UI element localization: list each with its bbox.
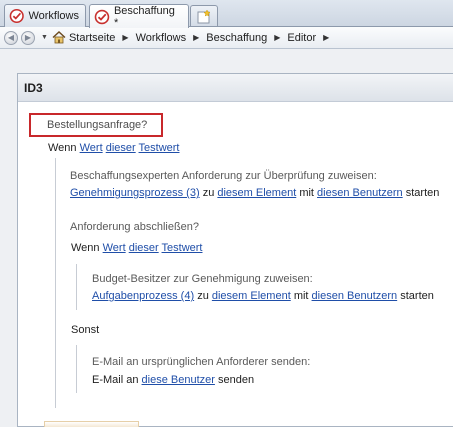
step-title[interactable]: Bestellungsanfrage? xyxy=(29,113,163,137)
new-tab-icon xyxy=(197,8,211,23)
insertion-hint xyxy=(44,421,139,427)
action-comment-3: E-Mail an ursprünglichen Anforderer send… xyxy=(92,356,311,368)
action-comment-2: Budget-Besitzer zur Genehmigung zuweisen… xyxy=(92,273,313,285)
action-1: Genehmigungsprozess (3) zu diesem Elemen… xyxy=(70,187,439,199)
home-icon[interactable] xyxy=(52,31,66,44)
action-text: zu xyxy=(197,290,209,302)
element-link[interactable]: diesem Element xyxy=(212,290,291,302)
panel-title: ID3 xyxy=(18,74,453,102)
new-tab-button[interactable] xyxy=(190,5,218,26)
tab-label: Beschaffung * xyxy=(113,4,175,29)
action-comment-1: Beschaffungsexperten Anforderung zur Übe… xyxy=(70,170,377,182)
breadcrumb-startseite[interactable]: Startseite xyxy=(69,32,115,44)
forward-arrow-icon: ▶ xyxy=(24,33,32,42)
comment-2: Anforderung abschließen? xyxy=(70,221,200,233)
tab-beschaffung[interactable]: Beschaffung * xyxy=(89,4,189,29)
action-text: E-Mail an xyxy=(92,374,139,386)
tab-workflows[interactable]: Workflows xyxy=(4,4,86,27)
operator-link[interactable]: dieser xyxy=(106,142,136,154)
tab-strip: Workflows Beschaffung * xyxy=(0,0,453,29)
action-text: starten xyxy=(405,187,440,199)
breadcrumb-separator-icon[interactable]: ▶ xyxy=(193,33,199,42)
forward-button[interactable]: ▶ xyxy=(21,30,35,45)
action-text: mit xyxy=(299,187,314,199)
value-link[interactable]: Wert xyxy=(80,142,103,154)
breadcrumb-workflows[interactable]: Workflows xyxy=(136,32,187,44)
testvalue-link[interactable]: Testwert xyxy=(162,242,203,254)
action-3: E-Mail an diese Benutzer senden xyxy=(92,374,254,386)
operator-link[interactable]: dieser xyxy=(129,242,159,254)
condition-if-1: Wenn Wert dieser Testwert xyxy=(48,142,180,154)
users-link[interactable]: diesen Benutzern xyxy=(317,187,403,199)
workflow-icon xyxy=(94,9,110,24)
else-keyword: Sonst xyxy=(71,324,100,336)
step-title-text: Bestellungsanfrage? xyxy=(47,119,148,131)
users-link[interactable]: diesen Benutzern xyxy=(312,290,398,302)
breadcrumb-editor[interactable]: Editor xyxy=(287,32,316,44)
action-text: starten xyxy=(400,290,434,302)
back-arrow-icon: ◀ xyxy=(7,33,15,42)
breadcrumb-separator-icon[interactable]: ▶ xyxy=(122,33,128,42)
block-indent-line xyxy=(76,345,77,393)
action-text: mit xyxy=(293,290,309,302)
users-link[interactable]: diese Benutzer xyxy=(142,374,215,386)
block-indent-line xyxy=(76,264,77,310)
breadcrumb-separator-icon[interactable]: ▶ xyxy=(274,33,280,42)
tab-label: Workflows xyxy=(28,10,79,22)
process-link[interactable]: Aufgabenprozess (4) xyxy=(92,290,194,302)
testvalue-link[interactable]: Testwert xyxy=(139,142,180,154)
block-indent-line xyxy=(55,158,56,408)
condition-if-2: Wenn Wert dieser Testwert xyxy=(71,242,203,254)
history-dropdown-icon[interactable]: ▼ xyxy=(41,34,48,41)
navigation-bar: ◀ ▶ ▼ Startseite ▶ Workflows ▶ Beschaffu… xyxy=(0,27,453,49)
breadcrumb-separator-icon[interactable]: ▶ xyxy=(323,33,329,42)
workflow-icon xyxy=(9,8,24,24)
action-text: senden xyxy=(217,374,255,386)
if-keyword: Wenn xyxy=(48,142,77,154)
element-link[interactable]: diesem Element xyxy=(217,187,296,199)
breadcrumb-beschaffung[interactable]: Beschaffung xyxy=(206,32,267,44)
if-keyword: Wenn xyxy=(71,242,100,254)
action-2: Aufgabenprozess (4) zu diesem Element mi… xyxy=(92,290,434,302)
back-button[interactable]: ◀ xyxy=(4,30,18,45)
breadcrumb: Startseite ▶ Workflows ▶ Beschaffung ▶ E… xyxy=(69,32,336,44)
process-link[interactable]: Genehmigungsprozess (3) xyxy=(70,187,200,199)
value-link[interactable]: Wert xyxy=(103,242,126,254)
action-text: zu xyxy=(202,187,215,199)
